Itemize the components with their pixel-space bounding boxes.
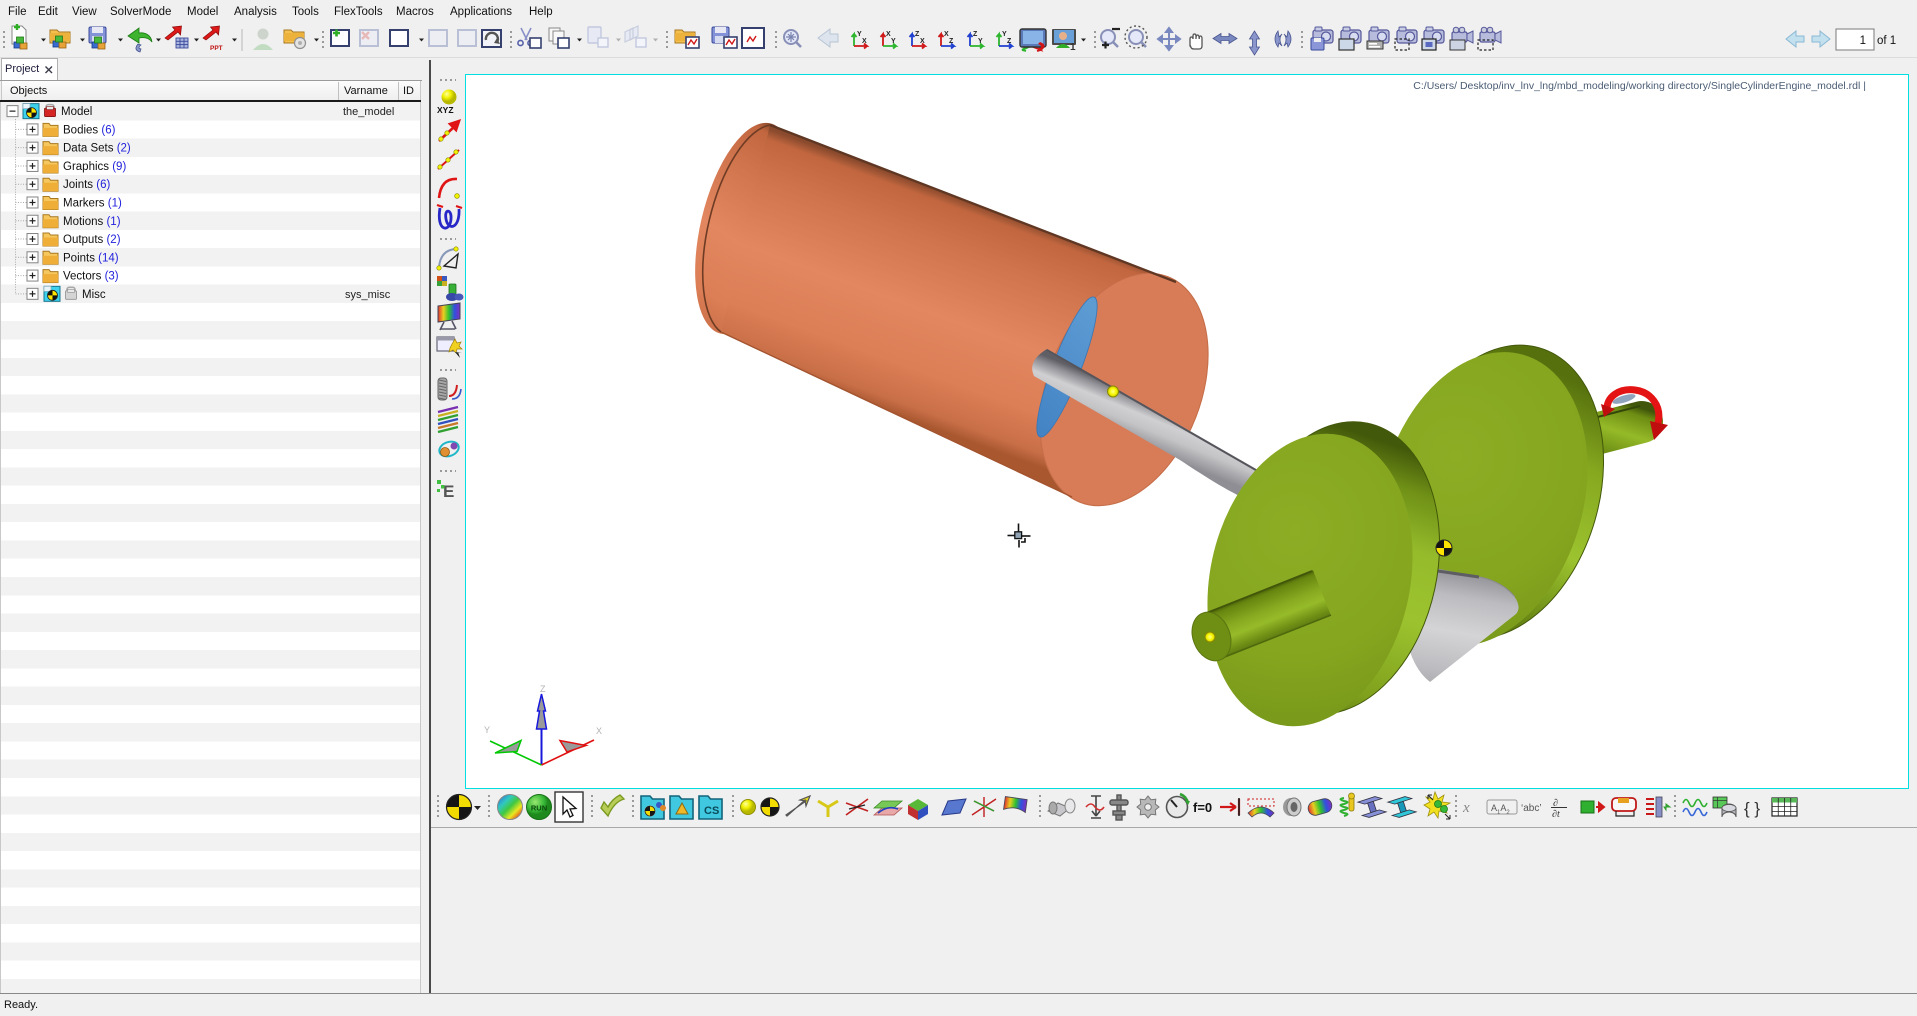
svg-text:f=0: f=0 bbox=[1193, 800, 1212, 815]
svg-text:x: x bbox=[1462, 800, 1470, 816]
svg-text:RUN: RUN bbox=[531, 804, 547, 813]
svg-text:{ }: { } bbox=[1744, 799, 1760, 818]
svg-text:∂t: ∂t bbox=[1552, 809, 1560, 820]
svg-text:CS: CS bbox=[704, 805, 719, 817]
svg-text:‘abc’: ‘abc’ bbox=[1521, 803, 1542, 814]
